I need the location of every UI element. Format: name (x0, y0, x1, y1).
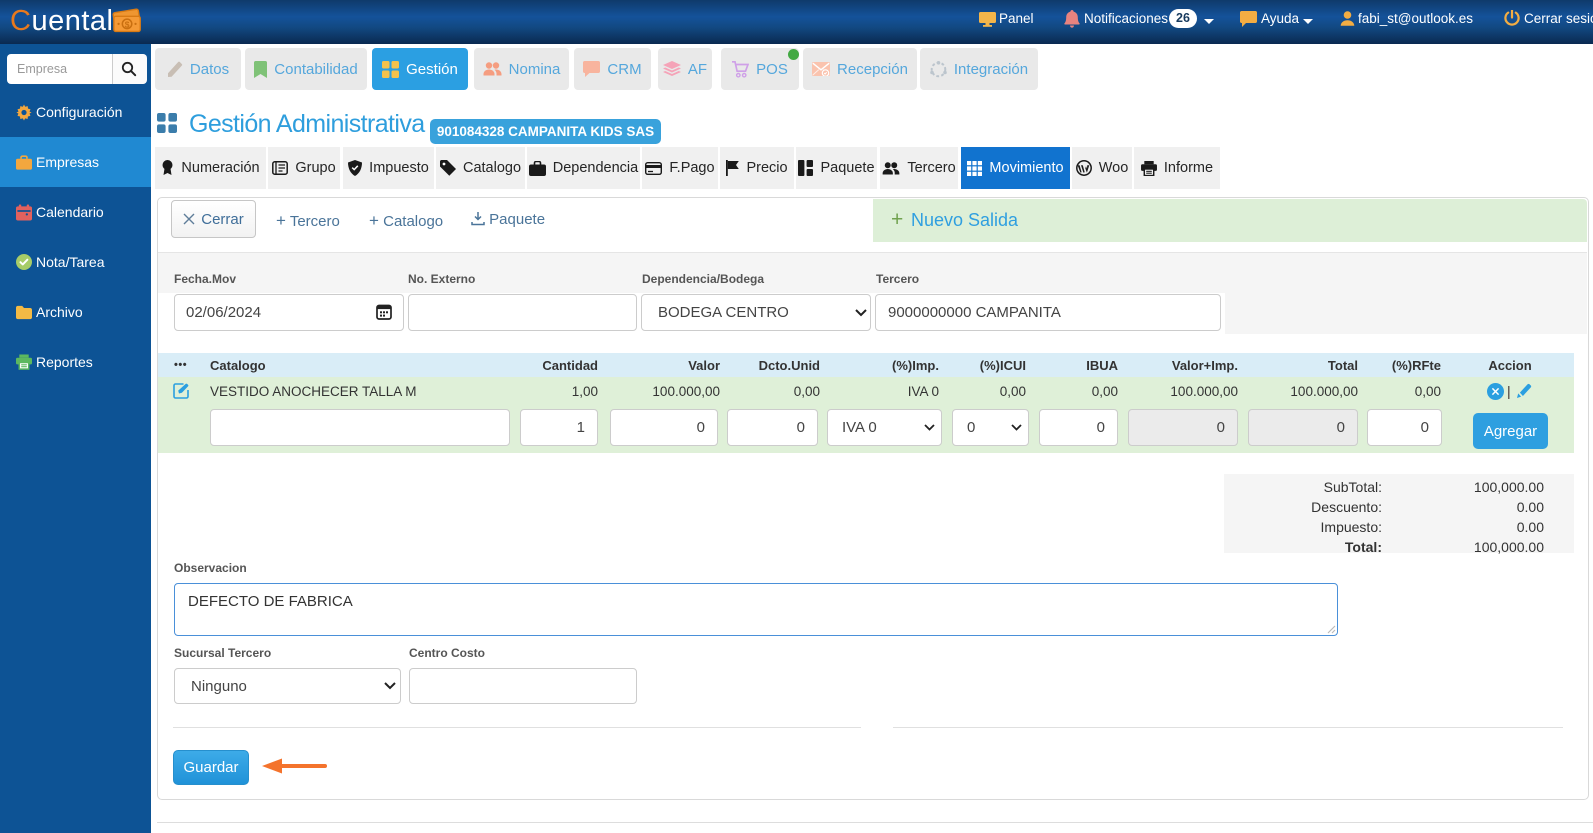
svg-text:$: $ (125, 20, 130, 30)
